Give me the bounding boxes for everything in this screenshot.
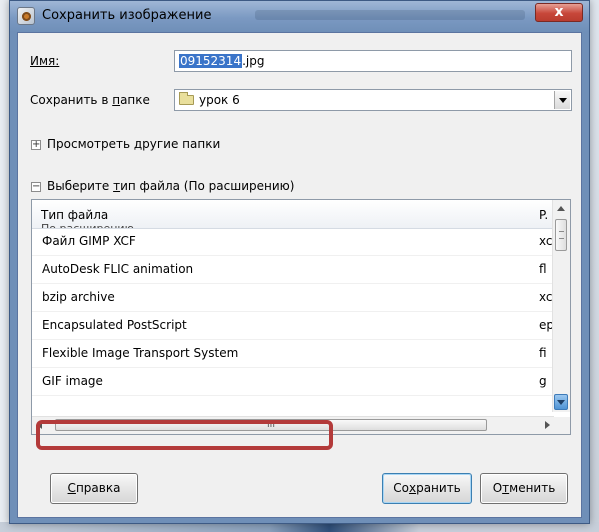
name-label-text: Имя: <box>30 54 60 68</box>
file-type-label-suffix: ип файла (По расширению) <box>120 179 295 193</box>
filename-selected-text: 09152314 <box>179 54 243 68</box>
file-type-name: Encapsulated PostScript <box>42 318 187 332</box>
list-rows: Файл GIMP XCF xc AutoDesk FLIC animation… <box>32 228 554 396</box>
scroll-down-icon[interactable] <box>554 394 568 410</box>
collapse-minus-icon[interactable]: − <box>31 182 41 192</box>
cancel-button[interactable]: Отменить <box>480 473 568 504</box>
browse-folders-label[interactable]: Просмотреть другие папки <box>47 137 220 151</box>
save-label-suffix: ранить <box>416 481 461 495</box>
file-type-list[interactable]: Тип файла P. По расширению Файл GIMP XCF… <box>31 199 571 435</box>
cancel-label-suffix: менить <box>509 481 556 495</box>
list-item[interactable]: Encapsulated PostScript ep <box>32 312 554 340</box>
file-type-name: Flexible Image Transport System <box>42 346 239 360</box>
close-button[interactable]: x <box>535 3 583 22</box>
folder-select[interactable]: урок 6 <box>174 89 572 111</box>
help-button-label: Справка <box>68 474 121 503</box>
help-label-rest: правка <box>75 481 121 495</box>
vertical-scrollbar[interactable] <box>552 200 570 412</box>
help-button[interactable]: Справка <box>50 473 138 504</box>
save-label-prefix: Со <box>393 481 409 495</box>
save-in-label-prefix: Сохранить в <box>30 93 113 107</box>
save-image-dialog: Сохранить изображение x Имя: 09152314.jp… <box>9 0 590 524</box>
file-type-extension: xc <box>539 234 553 248</box>
file-type-name: GIF image <box>42 374 103 388</box>
cancel-button-label: Отменить <box>493 474 556 503</box>
background-title-blur <box>255 10 525 20</box>
save-button[interactable]: Сохранить <box>382 473 472 504</box>
file-type-name: AutoDesk FLIC animation <box>42 262 194 276</box>
scrollbar-corner <box>553 417 570 434</box>
column-header-extension[interactable]: P. <box>539 208 548 222</box>
list-item[interactable]: AutoDesk FLIC animation fl <box>32 256 554 284</box>
save-in-label-mnemonic: п <box>112 93 121 107</box>
file-type-name: Файл GIMP XCF <box>42 234 136 248</box>
list-item[interactable]: bzip archive xc <box>32 284 554 312</box>
cancel-label-prefix: О <box>492 481 503 495</box>
expand-plus-icon[interactable]: + <box>31 140 41 150</box>
help-mnemonic: С <box>67 481 76 495</box>
file-type-label-prefix: Выберите <box>47 179 114 193</box>
file-type-extension: g <box>539 374 547 388</box>
save-mnemonic: х <box>408 481 417 495</box>
save-in-label-suffix: апке <box>120 93 150 107</box>
file-type-extension: xc <box>539 290 553 304</box>
file-type-extension: fl <box>539 262 547 276</box>
list-item[interactable]: Файл GIMP XCF xc <box>32 228 554 256</box>
column-header-file-type[interactable]: Тип файла <box>41 208 108 222</box>
vertical-scroll-thumb[interactable] <box>555 219 567 251</box>
file-type-extension: ep <box>539 318 553 332</box>
scroll-right-icon[interactable] <box>545 421 550 429</box>
gimp-app-icon <box>17 7 35 25</box>
folder-icon <box>179 92 194 105</box>
title-bar[interactable]: Сохранить изображение x <box>10 1 589 32</box>
scroll-up-icon[interactable] <box>557 206 565 211</box>
gif-highlight-annotation <box>36 420 333 450</box>
name-label: Имя: <box>30 54 59 68</box>
file-type-extension: fi <box>539 346 547 360</box>
list-item[interactable]: Flexible Image Transport System fi <box>32 340 554 368</box>
save-button-label: Сохранить <box>393 474 461 503</box>
save-in-folder-label: Сохранить в папке <box>30 93 150 107</box>
dialog-body: Имя: 09152314.jpg Сохранить в папке урок… <box>17 32 582 518</box>
chevron-down-icon[interactable] <box>554 91 570 109</box>
list-header: Тип файла P. По расширению <box>32 200 554 229</box>
file-type-name: bzip archive <box>42 290 115 304</box>
filename-input[interactable]: 09152314.jpg <box>174 50 572 72</box>
dialog-title: Сохранить изображение <box>42 8 212 23</box>
file-type-section-label[interactable]: Выберите тип файла (По расширению) <box>47 179 294 193</box>
list-item-gif[interactable]: GIF image g <box>32 368 554 396</box>
filename-extension-text: .jpg <box>242 54 265 68</box>
folder-select-value: урок 6 <box>199 93 240 107</box>
